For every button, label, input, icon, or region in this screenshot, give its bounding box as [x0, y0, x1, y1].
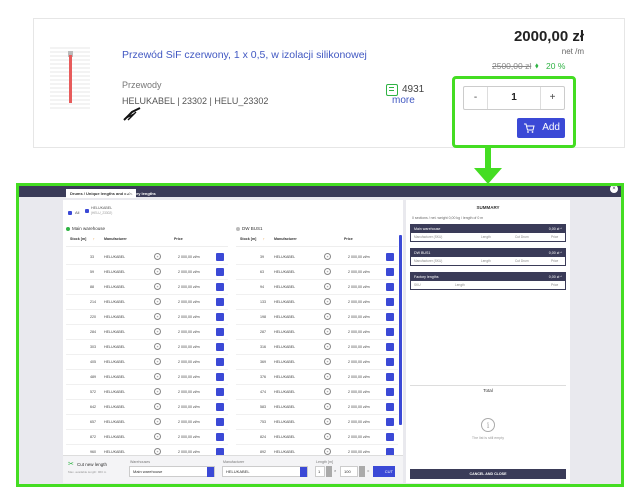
old-price: 2500,00 zł: [492, 61, 532, 71]
product-image[interactable]: [50, 47, 90, 109]
stock-more-link[interactable]: more: [392, 95, 415, 106]
product-title[interactable]: Przewód SiF czerwony, 1 x 0,5, w izolacj…: [122, 49, 367, 61]
product-meta: HELUKABEL | 23302 | HELU_23302: [122, 96, 269, 106]
stock-count: 4931: [402, 84, 425, 95]
wire-graphic: [69, 55, 72, 103]
highlight-frame: [16, 183, 624, 487]
cable-reel-icon: [123, 107, 141, 121]
product-category: Przewody: [122, 80, 162, 90]
highlight-box: [452, 76, 576, 148]
highlight-arrow-head: [474, 168, 502, 184]
price-unit: net /m: [561, 47, 584, 56]
discount-tag-icon: ⬧: [535, 61, 539, 70]
discount-percent: 20 %: [546, 61, 566, 71]
product-price: 2000,00 zł: [513, 28, 584, 45]
